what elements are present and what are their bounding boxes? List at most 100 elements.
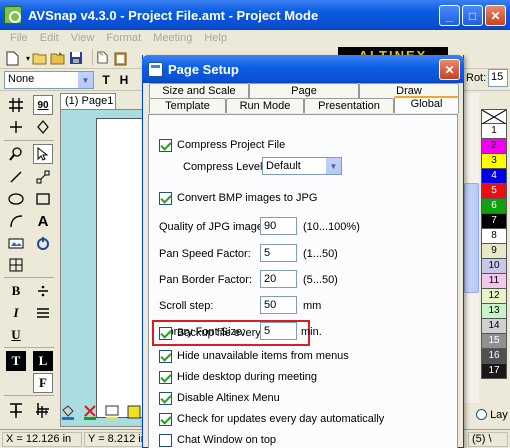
background-color-icon[interactable] <box>126 404 142 420</box>
compress-level-select[interactable]: Default ▼ <box>262 157 342 175</box>
menu-meeting[interactable]: Meeting <box>147 30 198 47</box>
check-updates-checkbox[interactable] <box>159 412 172 426</box>
color-swatch-6[interactable]: 6 <box>481 199 507 214</box>
color-swatch-11[interactable]: 11 <box>481 274 507 289</box>
text-tool-h[interactable]: H <box>116 72 132 88</box>
convert-bmp-option[interactable]: Convert BMP images to JPG <box>159 190 317 206</box>
font-select[interactable]: None ▼ <box>4 71 94 89</box>
backup-option[interactable]: Backup file every <box>159 325 261 341</box>
text-style-f-button[interactable]: F <box>33 373 53 393</box>
color-swatch-9[interactable]: 9 <box>481 244 507 259</box>
main-title-bar[interactable]: AVSnap v4.3.0 - Project File.amt - Proje… <box>0 0 510 30</box>
line-color-icon[interactable] <box>82 404 98 420</box>
vertical-scrollbar[interactable] <box>462 93 479 403</box>
menu-edit[interactable]: Edit <box>34 30 65 47</box>
color-swatch-17[interactable]: 17 <box>481 364 507 379</box>
text-style-l-button[interactable]: L <box>33 351 53 371</box>
color-swatch-1[interactable]: 1 <box>481 124 507 139</box>
pointer-icon[interactable] <box>33 144 53 164</box>
text-tool-a[interactable]: A <box>33 211 53 231</box>
underline-button[interactable]: U <box>6 325 26 345</box>
page-tab-1[interactable]: (1) Page1 <box>60 93 116 109</box>
image-tool-icon[interactable] <box>6 233 26 253</box>
dialog-title-bar[interactable]: Page Setup ✕ <box>142 55 464 83</box>
color-swatch-5[interactable]: 5 <box>481 184 507 199</box>
align-center-horizontal-icon[interactable] <box>34 404 50 420</box>
tab-template[interactable]: Template <box>149 98 226 113</box>
text-style-t-button[interactable]: T <box>6 351 26 371</box>
crosshair-icon[interactable] <box>6 117 26 137</box>
align-center-vertical-icon[interactable] <box>8 404 24 420</box>
open-folder-icon[interactable] <box>32 50 48 66</box>
minimize-button[interactable]: _ <box>439 5 460 26</box>
table-icon[interactable] <box>6 255 26 275</box>
menu-view[interactable]: View <box>65 30 101 47</box>
tab-run-mode[interactable]: Run Mode <box>226 98 304 113</box>
backup-checkbox[interactable] <box>159 326 172 340</box>
divide-icon[interactable] <box>33 281 53 301</box>
tab-global[interactable]: Global <box>394 96 459 113</box>
rectangle-icon[interactable] <box>33 189 53 209</box>
compress-project-checkbox[interactable] <box>159 138 172 152</box>
chat-window-checkbox[interactable] <box>159 433 172 447</box>
menu-format[interactable]: Format <box>100 30 147 47</box>
color-swatch-2[interactable]: 2 <box>481 139 507 154</box>
polyline-icon[interactable] <box>33 167 53 187</box>
layer-radio[interactable]: Lay <box>476 409 508 421</box>
disable-altinex-option[interactable]: Disable Altinex Menu <box>159 390 280 406</box>
pan-border-input[interactable]: 20 <box>260 270 297 288</box>
arc-icon[interactable] <box>6 211 26 231</box>
line-icon[interactable] <box>6 167 26 187</box>
color-swatch-7[interactable]: 7 <box>481 214 507 229</box>
color-swatch-3[interactable]: 3 <box>481 154 507 169</box>
fill-bucket-icon[interactable] <box>60 404 76 420</box>
tab-page[interactable]: Page <box>249 83 359 98</box>
zoom-icon[interactable] <box>6 144 26 164</box>
backup-interval-input[interactable]: 5 <box>260 322 297 340</box>
hide-unavailable-checkbox[interactable] <box>159 349 172 363</box>
color-swatch-16[interactable]: 16 <box>481 349 507 364</box>
color-swatch-13[interactable]: 13 <box>481 304 507 319</box>
convert-bmp-checkbox[interactable] <box>159 191 172 205</box>
scrollbar-thumb[interactable] <box>464 183 479 293</box>
color-swatch-15[interactable]: 15 <box>481 334 507 349</box>
align-justify-icon[interactable] <box>33 303 53 323</box>
tab-presentation[interactable]: Presentation <box>304 98 394 113</box>
check-updates-option[interactable]: Check for updates every day automaticall… <box>159 411 384 427</box>
hide-unavailable-option[interactable]: Hide unavailable items from menus <box>159 348 349 364</box>
color-swatch-12[interactable]: 12 <box>481 289 507 304</box>
chat-window-option[interactable]: Chat Window on top <box>159 432 276 448</box>
hide-desktop-option[interactable]: Hide desktop during meeting <box>159 369 317 385</box>
rot-input[interactable]: 15 <box>488 69 508 87</box>
hide-desktop-checkbox[interactable] <box>159 370 172 384</box>
color-swatch-14[interactable]: 14 <box>481 319 507 334</box>
rotate-icon[interactable] <box>33 117 53 137</box>
dialog-close-button[interactable]: ✕ <box>439 59 460 80</box>
scroll-step-input[interactable]: 50 <box>260 296 297 314</box>
new-file-icon[interactable] <box>4 50 20 66</box>
compress-project-option[interactable]: Compress Project File <box>159 137 285 153</box>
maximize-button[interactable]: □ <box>462 5 483 26</box>
color-swatch-10[interactable]: 10 <box>481 259 507 274</box>
close-button[interactable]: ✕ <box>485 5 506 26</box>
menu-file[interactable]: File <box>4 30 34 47</box>
save-icon[interactable] <box>68 50 84 66</box>
color-swatch-4[interactable]: 4 <box>481 169 507 184</box>
color-swatch-8[interactable]: 8 <box>481 229 507 244</box>
no-color-swatch[interactable] <box>481 109 507 125</box>
ellipse-icon[interactable] <box>6 189 26 209</box>
italic-icon[interactable]: I <box>6 303 26 323</box>
grid-90-button[interactable]: 90 <box>33 95 53 115</box>
disable-altinex-checkbox[interactable] <box>159 391 172 405</box>
link-tool-icon[interactable] <box>33 233 53 253</box>
pan-speed-input[interactable]: 5 <box>260 244 297 262</box>
open-recent-icon[interactable] <box>50 50 66 66</box>
paste-icon[interactable] <box>112 50 128 66</box>
page-icon[interactable] <box>92 49 108 65</box>
grid-icon[interactable] <box>6 95 26 115</box>
tab-size-and-scale[interactable]: Size and Scale <box>149 83 249 98</box>
bold-button[interactable]: B <box>6 281 26 301</box>
text-color-icon[interactable] <box>104 404 120 420</box>
jpg-quality-input[interactable]: 90 <box>260 217 297 235</box>
menu-help[interactable]: Help <box>198 30 233 47</box>
